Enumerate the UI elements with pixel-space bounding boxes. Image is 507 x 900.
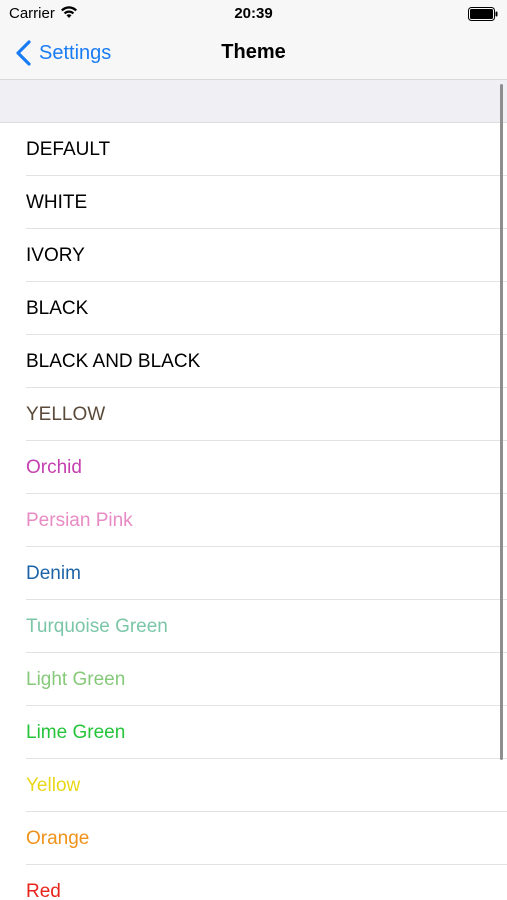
- theme-list: DEFAULT WHITE IVORY BLACK BLACK AND BLACK YEL…: [0, 123, 507, 900]
- theme-option-label: Orchid: [26, 457, 82, 478]
- navigation-bar: Settings Theme: [0, 28, 507, 80]
- theme-option-label: Denim: [26, 563, 81, 584]
- theme-option-row[interactable]: DEFAULT: [0, 123, 507, 176]
- theme-option-row[interactable]: Persian Pink: [0, 494, 507, 547]
- battery-icon: [468, 7, 498, 26]
- theme-option-row[interactable]: Denim: [0, 547, 507, 600]
- theme-option-row[interactable]: IVORY: [0, 229, 507, 282]
- theme-option-label: Persian Pink: [26, 510, 133, 531]
- theme-option-row[interactable]: Orchid: [0, 441, 507, 494]
- theme-option-label: Lime Green: [26, 722, 126, 743]
- theme-option-label: Red: [26, 881, 61, 900]
- theme-option-row[interactable]: BLACK: [0, 282, 507, 335]
- theme-option-row[interactable]: Lime Green: [0, 706, 507, 759]
- status-bar: Carrier 20:39: [0, 0, 507, 28]
- theme-option-row[interactable]: Red: [0, 865, 507, 900]
- theme-option-row[interactable]: Turquoise Green: [0, 600, 507, 653]
- theme-option-label: WHITE: [26, 192, 88, 213]
- theme-option-label: Orange: [26, 828, 90, 849]
- status-time: 20:39: [234, 5, 273, 22]
- theme-option-label: BLACK: [26, 298, 89, 319]
- theme-option-label: YELLOW: [26, 404, 106, 425]
- scrollbar[interactable]: [500, 84, 503, 760]
- theme-option-row[interactable]: WHITE: [0, 176, 507, 229]
- page-title: Theme: [221, 41, 286, 63]
- theme-option-row[interactable]: Orange: [0, 812, 507, 865]
- theme-option-row[interactable]: Yellow: [0, 759, 507, 812]
- theme-option-label: Light Green: [26, 669, 126, 690]
- theme-option-row[interactable]: YELLOW: [0, 388, 507, 441]
- theme-option-row[interactable]: Light Green: [0, 653, 507, 706]
- theme-option-label: Turquoise Green: [26, 616, 168, 637]
- theme-option-label: Yellow: [26, 775, 81, 796]
- theme-option-label: BLACK AND BLACK: [26, 351, 201, 372]
- section-header: [0, 80, 507, 123]
- theme-option-row[interactable]: BLACK AND BLACK: [0, 335, 507, 388]
- theme-screen: Carrier 20:39 Settings Theme DEFAULT WHI…: [0, 0, 507, 900]
- theme-option-label: IVORY: [26, 245, 85, 266]
- theme-option-label: DEFAULT: [26, 139, 111, 160]
